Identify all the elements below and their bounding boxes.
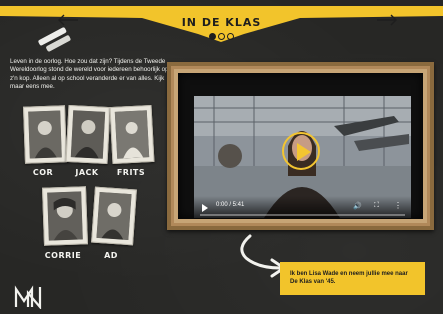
more-icon[interactable]: ⋮: [394, 201, 402, 210]
intro-text: Leven in de oorlog. Hoe zou dat zijn? Ti…: [10, 58, 169, 91]
presenter-callout: Ik ben Lisa Wade en neem jullie mee naar…: [280, 262, 425, 295]
chalk-icon: [38, 27, 71, 52]
fullscreen-icon[interactable]: ⛶: [374, 202, 379, 210]
page-dot-3[interactable]: [227, 33, 234, 40]
person-name-frits: FRITS: [116, 168, 146, 177]
photo-image: [96, 191, 132, 241]
photo-ad[interactable]: [91, 186, 137, 246]
person-name-ad: AD: [104, 251, 118, 260]
video-player[interactable]: 0:00 / 5:41 🔊 ⛶ ⋮: [194, 96, 411, 218]
page-indicator: [209, 33, 234, 40]
photo-frits[interactable]: [109, 104, 155, 165]
person-name-jack: JACK: [75, 168, 99, 177]
person-name-cor: COR: [32, 168, 54, 177]
play-icon[interactable]: [202, 204, 208, 212]
person-name-corrie: CORRIE: [44, 251, 82, 260]
photo-jack[interactable]: [65, 104, 111, 165]
arrow-left-icon[interactable]: [57, 14, 79, 26]
video-progress-bar[interactable]: [200, 214, 405, 216]
photo-image: [114, 110, 150, 159]
photo-cor[interactable]: [23, 105, 67, 164]
arrow-right-icon[interactable]: [376, 14, 398, 26]
photo-image: [47, 191, 83, 241]
page-dot-2[interactable]: [218, 33, 225, 40]
play-button[interactable]: [282, 132, 320, 170]
photo-corrie[interactable]: [42, 186, 88, 246]
page-dot-1[interactable]: [209, 33, 216, 40]
video-controls: 0:00 / 5:41 🔊 ⛶ ⋮: [194, 196, 411, 218]
logo-icon[interactable]: [14, 285, 44, 309]
volume-icon[interactable]: 🔊: [353, 202, 362, 210]
photo-image: [28, 110, 62, 159]
video-time: 0:00 / 5:41: [216, 202, 245, 208]
photo-image: [70, 110, 106, 159]
